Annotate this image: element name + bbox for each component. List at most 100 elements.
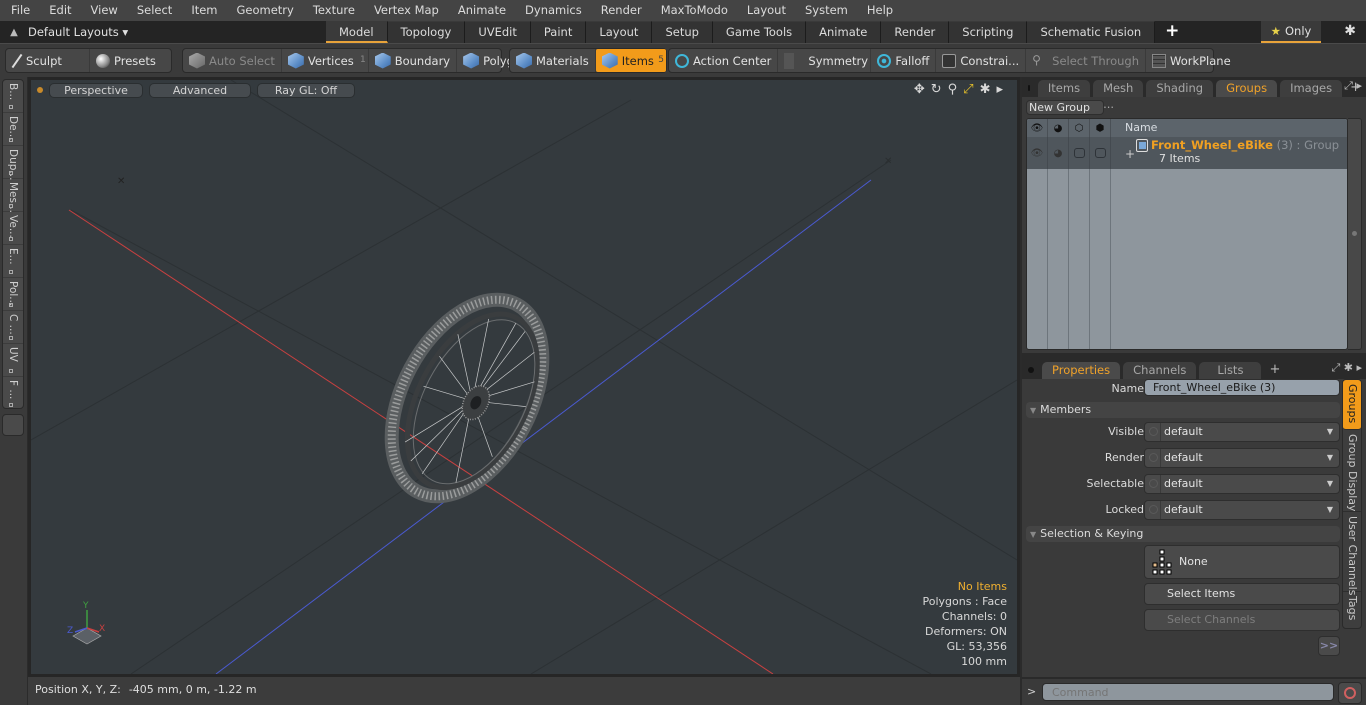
tab-schematic-fusion[interactable]: Schematic Fusion bbox=[1027, 21, 1156, 43]
menu-system[interactable]: System bbox=[794, 0, 856, 21]
record-macro-button[interactable] bbox=[1338, 682, 1362, 704]
add-tab-button[interactable]: + bbox=[1155, 21, 1189, 43]
menu-edit[interactable]: Edit bbox=[38, 0, 79, 21]
menu-dynamics[interactable]: Dynamics bbox=[514, 0, 590, 21]
constraints-button[interactable]: Constrai... bbox=[936, 49, 1027, 72]
collapse-arrow-icon[interactable]: ▲ bbox=[0, 27, 28, 38]
menu-render[interactable]: Render bbox=[590, 0, 650, 21]
select-through-button[interactable]: ⚲ Select Through bbox=[1026, 49, 1146, 72]
none-button[interactable]: None bbox=[1144, 545, 1340, 579]
name-column-header[interactable]: Name bbox=[1111, 119, 1157, 137]
tab-layout[interactable]: Layout bbox=[586, 21, 653, 43]
tab-uvedit[interactable]: UVEdit bbox=[465, 21, 531, 43]
left-tab-deform[interactable]: De... bbox=[3, 113, 23, 146]
render-dropdown[interactable]: default ▼ bbox=[1144, 448, 1340, 468]
members-section[interactable]: ▼ Members bbox=[1026, 402, 1340, 418]
tab-model[interactable]: Model bbox=[326, 21, 388, 43]
groups-scrollbar[interactable] bbox=[1348, 118, 1362, 350]
panel-menu-dot[interactable] bbox=[1028, 85, 1030, 91]
select-channels-button[interactable]: Select Channels bbox=[1144, 609, 1340, 631]
presets-button[interactable]: Presets bbox=[90, 49, 162, 72]
side-tab-tags[interactable]: Tags bbox=[1343, 592, 1361, 628]
menu-view[interactable]: View bbox=[80, 0, 126, 21]
tab-paint[interactable]: Paint bbox=[530, 21, 587, 43]
left-tab-polygon[interactable]: Pol... bbox=[3, 278, 23, 311]
menu-layout[interactable]: Layout bbox=[736, 0, 794, 21]
add-panel-tab-button[interactable]: + bbox=[1264, 362, 1285, 379]
lock-column-icon[interactable]: ⬡ bbox=[1069, 119, 1090, 137]
render-column-icon[interactable]: ◕ bbox=[1048, 119, 1069, 137]
left-tab-basic[interactable]: B... bbox=[3, 80, 23, 113]
only-button[interactable]: ★ Only bbox=[1261, 21, 1321, 43]
visibility-toggle-icon[interactable]: 👁 bbox=[1027, 137, 1048, 169]
tab-animate[interactable]: Animate bbox=[806, 21, 882, 43]
left-tab-uv[interactable]: UV bbox=[3, 344, 23, 377]
viewport-more-icon[interactable]: ▸ bbox=[996, 82, 1003, 97]
select-items-button[interactable]: Select Items bbox=[1144, 583, 1340, 605]
viewport-gear-icon[interactable]: ✱ bbox=[980, 82, 991, 97]
items-button[interactable]: Items 5 bbox=[595, 49, 666, 72]
tab-lists[interactable]: Lists bbox=[1199, 362, 1262, 379]
view-type-dropdown[interactable]: Perspective bbox=[49, 82, 143, 98]
tab-scripting[interactable]: Scripting bbox=[949, 21, 1028, 43]
side-tab-groups[interactable]: Groups bbox=[1343, 380, 1361, 430]
action-center-button[interactable]: Action Center bbox=[669, 49, 779, 72]
tab-game-tools[interactable]: Game Tools bbox=[712, 21, 807, 43]
menu-item[interactable]: Item bbox=[180, 0, 225, 21]
selectable-dropdown[interactable]: default ▼ bbox=[1144, 474, 1340, 494]
tab-channels[interactable]: Channels bbox=[1123, 362, 1197, 379]
menu-animate[interactable]: Animate bbox=[447, 0, 514, 21]
left-tab-fusion[interactable]: F ... bbox=[3, 377, 23, 410]
left-tab-extra[interactable] bbox=[2, 414, 24, 436]
auto-select-button[interactable]: Auto Select bbox=[183, 49, 282, 72]
tab-render[interactable]: Render bbox=[881, 21, 950, 43]
expand-icon[interactable]: + bbox=[1125, 147, 1135, 161]
3d-viewport[interactable]: ✕ ✕ Y X Z Perspective Advanced Ray GL: O… bbox=[28, 77, 1020, 677]
locked-dropdown[interactable]: default ▼ bbox=[1144, 500, 1340, 520]
viewport-menu-dot[interactable] bbox=[37, 87, 43, 93]
left-tab-curve[interactable]: C ... bbox=[3, 311, 23, 344]
gear-icon[interactable]: ✱ bbox=[1344, 23, 1356, 39]
selection-keying-section[interactable]: ▼ Selection & Keying bbox=[1026, 526, 1340, 542]
materials-button[interactable]: Materials bbox=[510, 49, 596, 72]
zoom-icon[interactable]: ⚲ bbox=[948, 82, 958, 97]
visible-dropdown[interactable]: default ▼ bbox=[1144, 422, 1340, 442]
left-tab-vertex[interactable]: Ve... bbox=[3, 212, 23, 245]
tab-groups[interactable]: Groups bbox=[1216, 80, 1278, 97]
visibility-column-icon[interactable]: 👁 bbox=[1027, 119, 1048, 137]
tab-properties[interactable]: Properties bbox=[1042, 362, 1121, 379]
group-item[interactable]: + Front_Wheel_eBike (3) : Group 7 Items bbox=[1111, 137, 1347, 169]
falloff-button[interactable]: Falloff bbox=[871, 49, 937, 72]
menu-help[interactable]: Help bbox=[856, 0, 901, 21]
panel-expand-icon[interactable]: ⤢ ▸ bbox=[1344, 79, 1362, 93]
menu-maxtomodo[interactable]: MaxToModo bbox=[650, 0, 736, 21]
side-tab-user-channels[interactable]: User Channels bbox=[1343, 512, 1361, 595]
name-field[interactable]: Front_Wheel_eBike (3) bbox=[1144, 379, 1340, 396]
tab-mesh[interactable]: Mesh ... bbox=[1093, 80, 1144, 111]
left-tab-edge[interactable]: E... bbox=[3, 245, 23, 278]
group-row[interactable]: 👁 ◕ + Front_Wheel_eBike (3) : Group 7 It… bbox=[1027, 137, 1347, 169]
menu-geometry[interactable]: Geometry bbox=[226, 0, 302, 21]
layouts-dropdown[interactable]: Default Layouts ▾ bbox=[28, 25, 326, 39]
rotate-icon[interactable]: ↻ bbox=[931, 82, 942, 97]
sculpt-button[interactable]: Sculpt bbox=[6, 49, 90, 72]
tab-shading[interactable]: Shading bbox=[1146, 80, 1214, 97]
tab-topology[interactable]: Topology bbox=[387, 21, 466, 43]
command-input[interactable] bbox=[1042, 683, 1334, 701]
shading-dropdown[interactable]: Advanced bbox=[149, 82, 251, 98]
tab-images[interactable]: Images bbox=[1280, 80, 1343, 97]
pan-icon[interactable]: ✥ bbox=[914, 82, 925, 97]
menu-select[interactable]: Select bbox=[126, 0, 180, 21]
lock-toggle[interactable] bbox=[1069, 137, 1090, 169]
select-toggle[interactable] bbox=[1090, 137, 1111, 169]
new-group-button[interactable]: New Group bbox=[1026, 100, 1104, 115]
left-tab-duplicate[interactable]: Dup... bbox=[3, 146, 23, 180]
symmetry-button[interactable]: Symmetry bbox=[778, 49, 872, 72]
menu-file[interactable]: File bbox=[0, 0, 38, 21]
raygl-toggle[interactable]: Ray GL: Off bbox=[257, 82, 355, 98]
render-toggle-icon[interactable]: ◕ bbox=[1048, 137, 1069, 169]
panel-menu-dot[interactable] bbox=[1028, 367, 1034, 373]
select-column-icon[interactable]: ⬢ bbox=[1090, 119, 1111, 137]
boundary-button[interactable]: Boundary bbox=[369, 49, 458, 72]
tab-items[interactable]: Items bbox=[1037, 80, 1091, 97]
